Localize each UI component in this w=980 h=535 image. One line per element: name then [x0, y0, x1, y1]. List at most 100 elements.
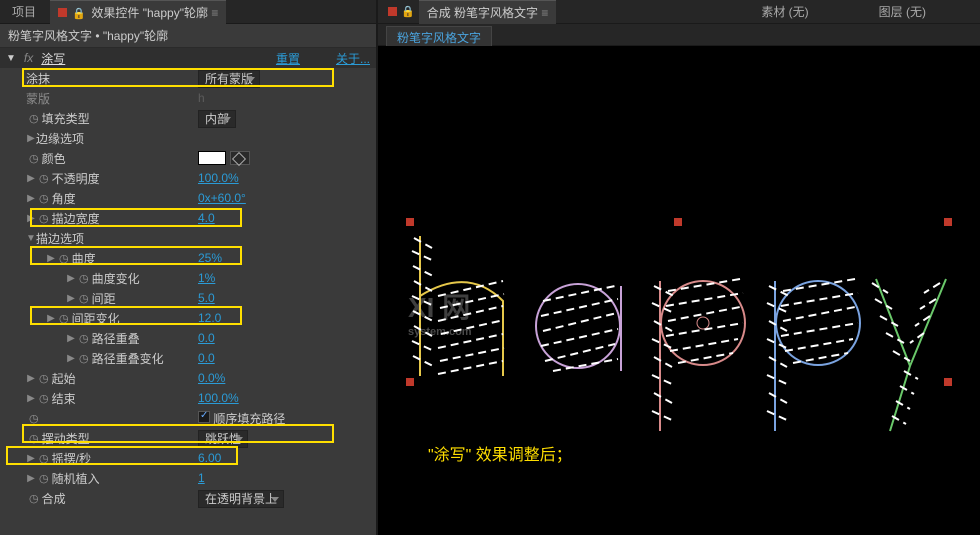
- tab-footage[interactable]: 素材 (无): [753, 0, 816, 23]
- about-link[interactable]: 关于...: [336, 50, 370, 67]
- expand-icon[interactable]: ▶: [46, 253, 56, 264]
- expand-icon[interactable]: ▶: [66, 273, 76, 284]
- letter-a: [533, 271, 643, 394]
- prop-opacity[interactable]: ▶ ◷ 不透明度 100.0%: [0, 168, 376, 188]
- collapse-icon[interactable]: ▼: [6, 53, 16, 64]
- spacing-var-value[interactable]: 12.0: [198, 311, 221, 325]
- prop-random-seed[interactable]: ▶ ◷ 随机植入 1: [0, 468, 376, 488]
- expand-icon[interactable]: ▶: [26, 473, 36, 484]
- prop-start[interactable]: ▶ ◷ 起始 0.0%: [0, 368, 376, 388]
- prop-fill-type[interactable]: ◷ 填充类型 内部: [0, 108, 376, 128]
- prop-paint[interactable]: 涂抹 所有蒙版: [0, 68, 376, 88]
- expand-icon[interactable]: ▶: [66, 293, 76, 304]
- stroke-width-value[interactable]: 4.0: [198, 211, 215, 225]
- properties-list: 涂抹 所有蒙版 蒙版 h ◷ 填充类型 内部 ▶ 边缘选项 ◷ 颜色 ▶ ◷ 不…: [0, 68, 376, 535]
- prop-mask[interactable]: 蒙版 h: [0, 88, 376, 108]
- selection-handle[interactable]: [944, 218, 952, 226]
- prop-wiggle-sec[interactable]: ▶ ◷ 摇摆/秒 6.00: [0, 448, 376, 468]
- start-value[interactable]: 0.0%: [198, 371, 225, 385]
- prop-path-overlap-var[interactable]: ▶ ◷ 路径重叠变化 0.0: [0, 348, 376, 368]
- path-overlap-var-value[interactable]: 0.0: [198, 351, 215, 365]
- stopwatch-icon[interactable]: ◷: [79, 352, 89, 365]
- stopwatch-icon[interactable]: ◷: [79, 292, 89, 305]
- spacing-value[interactable]: 5.0: [198, 291, 215, 305]
- expand-icon[interactable]: ▶: [26, 213, 36, 224]
- prop-color[interactable]: ◷ 颜色: [0, 148, 376, 168]
- path-overlap-value[interactable]: 0.0: [198, 331, 215, 345]
- prop-angle[interactable]: ▶ ◷ 角度 0x+60.0°: [0, 188, 376, 208]
- prop-comp[interactable]: ◷ 合成 在透明背景上: [0, 488, 376, 508]
- paint-dropdown[interactable]: 所有蒙版: [198, 70, 260, 88]
- expand-icon[interactable]: ▶: [46, 313, 56, 324]
- stopwatch-icon[interactable]: ◷: [39, 212, 49, 225]
- stopwatch-icon[interactable]: ◷: [39, 472, 49, 485]
- expand-icon[interactable]: ▶: [26, 453, 36, 464]
- prop-stroke-options[interactable]: ▼ 描边选项: [0, 228, 376, 248]
- wiggle-sec-value[interactable]: 6.00: [198, 451, 221, 465]
- curve-value[interactable]: 25%: [198, 251, 222, 265]
- stopwatch-icon[interactable]: ◷: [59, 252, 69, 265]
- seq-fill-checkbox[interactable]: [198, 411, 210, 423]
- expand-icon[interactable]: ▶: [26, 373, 36, 384]
- tab-composition[interactable]: 合成 粉笔字风格文字 ≡: [419, 0, 557, 24]
- stopwatch-icon[interactable]: ◷: [59, 312, 69, 325]
- stopwatch-icon[interactable]: ◷: [39, 392, 49, 405]
- opacity-value[interactable]: 100.0%: [198, 171, 239, 185]
- wiggle-type-dropdown[interactable]: 跳跃性: [198, 430, 248, 448]
- letter-p2: [763, 271, 873, 444]
- stopwatch-icon[interactable]: ◷: [29, 432, 39, 445]
- curve-var-value[interactable]: 1%: [198, 271, 215, 285]
- stopwatch-icon[interactable]: ◷: [29, 112, 39, 125]
- eyedropper-icon[interactable]: [230, 151, 250, 165]
- tab-effects[interactable]: 🔒 效果控件 "happy"轮廓 ≡: [50, 0, 226, 24]
- right-tab-bar: 🔒 合成 粉笔字风格文字 ≡ 素材 (无) 图层 (无): [378, 0, 980, 24]
- random-seed-value[interactable]: 1: [198, 471, 205, 485]
- prop-path-overlap[interactable]: ▶ ◷ 路径重叠 0.0: [0, 328, 376, 348]
- expand-icon[interactable]: ▶: [26, 173, 36, 184]
- angle-value[interactable]: 0x+60.0°: [198, 191, 246, 205]
- prop-spacing[interactable]: ▶ ◷ 间距 5.0: [0, 288, 376, 308]
- record-icon: [388, 7, 397, 16]
- panel-menu-icon[interactable]: ≡: [541, 6, 548, 20]
- record-icon: [58, 8, 67, 17]
- stopwatch-icon[interactable]: ◷: [39, 452, 49, 465]
- stopwatch-icon[interactable]: ◷: [39, 172, 49, 185]
- prop-curve-var[interactable]: ▶ ◷ 曲度变化 1%: [0, 268, 376, 288]
- left-tab-bar: 项目 🔒 效果控件 "happy"轮廓 ≡: [0, 0, 376, 24]
- expand-icon[interactable]: ▶: [66, 353, 76, 364]
- stopwatch-icon[interactable]: ◷: [29, 152, 39, 165]
- expand-icon[interactable]: ▶: [26, 393, 36, 404]
- prop-edge-options[interactable]: ▶ 边缘选项: [0, 128, 376, 148]
- collapse-icon[interactable]: ▼: [26, 233, 36, 244]
- stopwatch-icon[interactable]: ◷: [29, 492, 39, 505]
- tab-project[interactable]: 项目: [4, 0, 44, 23]
- expand-icon[interactable]: ▶: [66, 333, 76, 344]
- expand-icon[interactable]: ▶: [26, 133, 36, 144]
- lock-icon: 🔒: [401, 5, 415, 18]
- fx-badge: fx: [24, 51, 33, 65]
- selection-handle[interactable]: [406, 218, 414, 226]
- selection-handle[interactable]: [674, 218, 682, 226]
- tab-layer[interactable]: 图层 (无): [871, 0, 934, 23]
- stopwatch-icon[interactable]: ◷: [29, 412, 39, 425]
- prop-curve[interactable]: ▶ ◷ 曲度 25%: [0, 248, 376, 268]
- effect-name[interactable]: 涂写: [41, 50, 65, 67]
- prop-end[interactable]: ▶ ◷ 结束 100.0%: [0, 388, 376, 408]
- reset-link[interactable]: 重置: [276, 50, 300, 67]
- color-swatch[interactable]: [198, 151, 226, 165]
- prop-seq-fill[interactable]: ◷ 顺序填充路径: [0, 408, 376, 428]
- comp-dropdown[interactable]: 在透明背景上: [198, 490, 284, 508]
- stopwatch-icon[interactable]: ◷: [39, 372, 49, 385]
- expand-icon[interactable]: ▶: [26, 193, 36, 204]
- prop-wiggle-type[interactable]: ◷ 摆动类型 跳跃性: [0, 428, 376, 448]
- stopwatch-icon[interactable]: ◷: [79, 272, 89, 285]
- prop-spacing-var[interactable]: ▶ ◷ 间距变化 12.0: [0, 308, 376, 328]
- stopwatch-icon[interactable]: ◷: [39, 192, 49, 205]
- fill-type-dropdown[interactable]: 内部: [198, 110, 236, 128]
- letter-y: [868, 271, 968, 444]
- composition-viewer[interactable]: XI 网 system.com: [378, 46, 980, 535]
- stopwatch-icon[interactable]: ◷: [79, 332, 89, 345]
- end-value[interactable]: 100.0%: [198, 391, 239, 405]
- panel-menu-icon[interactable]: ≡: [211, 6, 218, 20]
- prop-stroke-width[interactable]: ▶ ◷ 描边宽度 4.0: [0, 208, 376, 228]
